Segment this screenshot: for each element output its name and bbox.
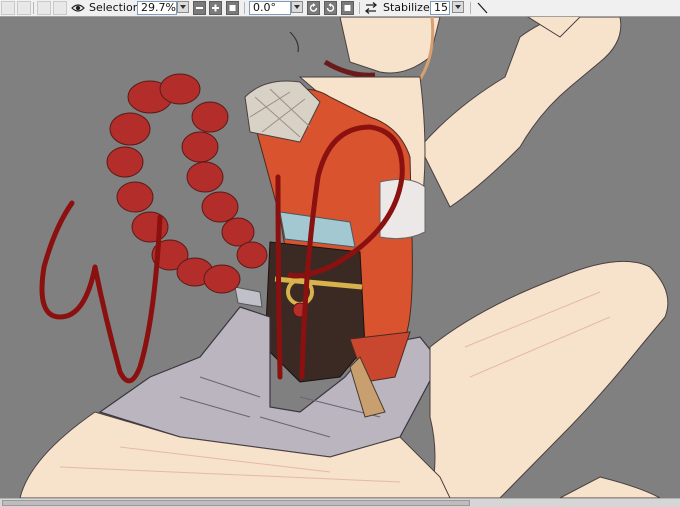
zoom-dropdown[interactable]	[177, 1, 189, 13]
hidden-tool-button-1[interactable]	[1, 1, 15, 15]
hidden-tool-button-2[interactable]	[17, 1, 31, 15]
flip-icon[interactable]	[363, 0, 379, 16]
horizontal-scrollbar[interactable]	[0, 498, 680, 507]
hidden-tool-button-4[interactable]	[53, 1, 67, 15]
stabilizer-label: Stabilizer	[383, 1, 435, 14]
rotate-cw-button[interactable]	[324, 1, 337, 15]
zoom-field[interactable]: 29.7%	[137, 1, 177, 15]
toolbar-separator	[470, 2, 471, 14]
toolbar: Selection 29.7% 0.0° Stabilizer 15	[0, 0, 680, 17]
plus-icon	[212, 4, 219, 12]
eye-icon[interactable]	[70, 0, 86, 16]
toolbar-separator	[33, 2, 34, 14]
scrollbar-thumb[interactable]	[2, 500, 470, 506]
pen-icon[interactable]	[474, 0, 490, 16]
selection-label: Selection	[89, 1, 140, 14]
rotation-field[interactable]: 0.0°	[249, 1, 291, 15]
zoom-out-button[interactable]	[193, 1, 206, 15]
rotation-reset-button[interactable]	[341, 1, 354, 15]
reset-icon	[229, 5, 236, 11]
stabilizer-dropdown[interactable]	[452, 1, 464, 13]
rotate-ccw-button[interactable]	[307, 1, 320, 15]
stabilizer-field[interactable]: 15	[430, 1, 450, 15]
reset-icon	[344, 5, 351, 11]
rotate-cw-icon	[326, 3, 335, 12]
minus-icon	[196, 7, 203, 9]
rotation-dropdown[interactable]	[291, 1, 303, 13]
zoom-in-button[interactable]	[209, 1, 222, 15]
rotate-ccw-icon	[309, 3, 318, 12]
canvas[interactable]	[0, 17, 680, 498]
toolbar-separator	[359, 2, 360, 14]
zoom-reset-button[interactable]	[226, 1, 239, 15]
artwork	[0, 17, 680, 498]
hidden-tool-button-3[interactable]	[37, 1, 51, 15]
toolbar-separator	[244, 2, 245, 14]
